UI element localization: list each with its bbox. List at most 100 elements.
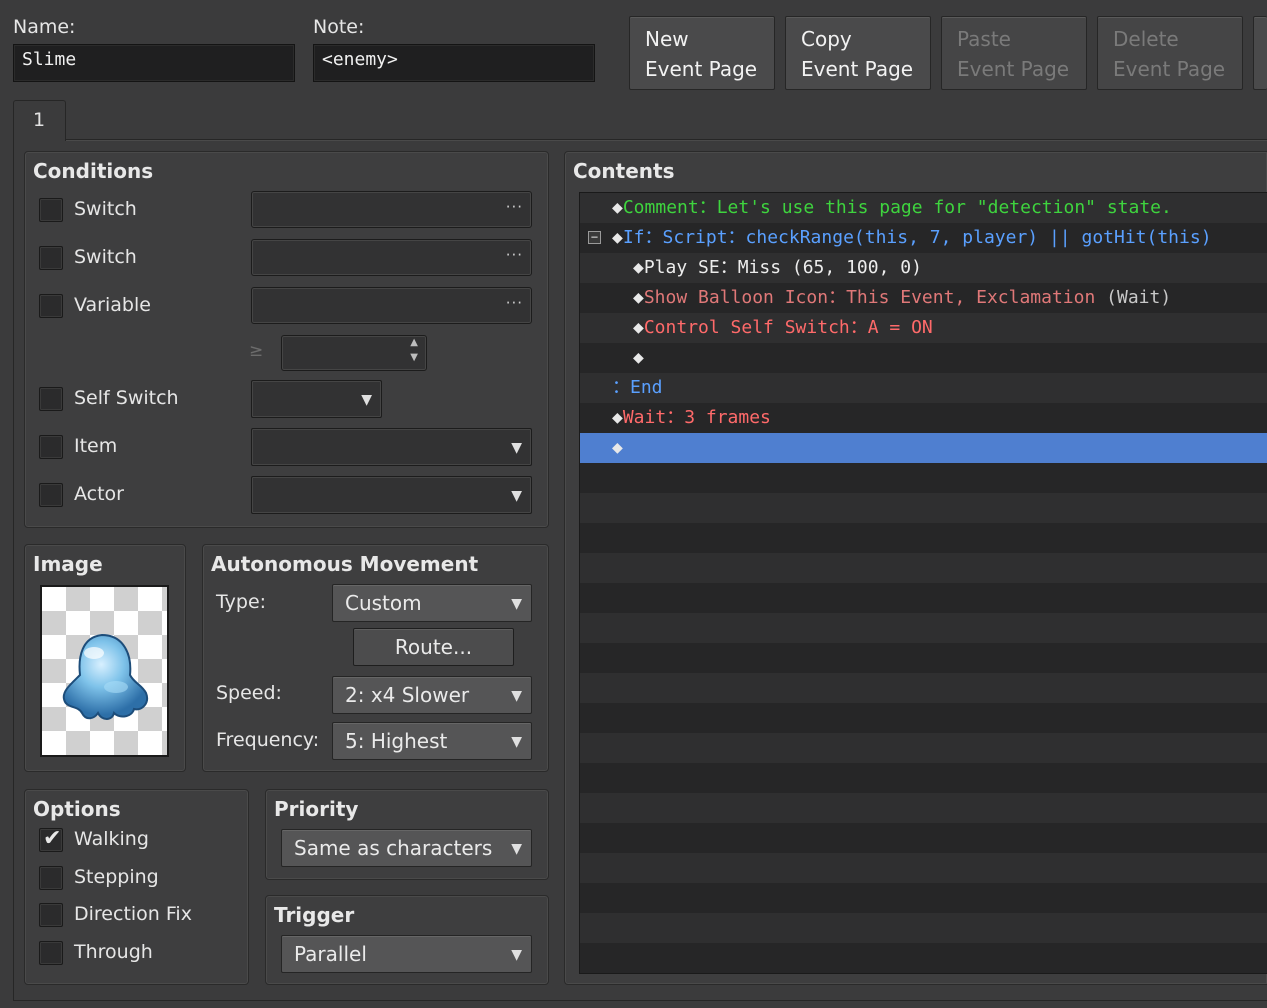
- spinner-up-icon[interactable]: ▲: [410, 337, 418, 348]
- command-row[interactable]: − ◆If：Script：checkRange(this, 7, player) …: [580, 223, 1267, 253]
- greater-equal-symbol: ≥: [249, 341, 264, 361]
- walking-checkbox[interactable]: ✔: [39, 826, 63, 852]
- switch2-label: Switch: [74, 246, 137, 268]
- command-row[interactable]: ◆: [580, 343, 1267, 373]
- collapse-toggle-icon[interactable]: −: [588, 231, 601, 244]
- paste-event-page-button[interactable]: Paste Event Page: [941, 16, 1087, 90]
- command-row[interactable]: ◆: [580, 433, 1267, 463]
- empty-row[interactable]: [580, 613, 1267, 643]
- event-image-preview[interactable]: [40, 585, 169, 757]
- item-select[interactable]: ▼: [251, 428, 532, 466]
- trigger-select-value: Parallel: [294, 942, 367, 966]
- ellipsis-icon: ···: [505, 294, 523, 312]
- speed-select-value: 2: x4 Slower: [345, 683, 470, 707]
- command-diamond-icon: ◆: [612, 407, 623, 428]
- command-diamond-icon: ◆: [612, 227, 623, 248]
- empty-row[interactable]: [580, 913, 1267, 943]
- item-label: Item: [74, 435, 118, 457]
- variable-checkbox[interactable]: [39, 294, 63, 318]
- self-switch-checkbox[interactable]: [39, 387, 63, 411]
- chevron-down-icon: ▼: [511, 596, 522, 612]
- new-event-page-button[interactable]: New Event Page: [629, 16, 775, 90]
- empty-row[interactable]: [580, 823, 1267, 853]
- command-text: Show Balloon Icon：This Event, Exclamatio…: [643, 287, 1096, 308]
- switch1-checkbox[interactable]: [39, 198, 63, 222]
- note-input[interactable]: <enemy>: [313, 44, 595, 82]
- variable-label: Variable: [74, 294, 151, 316]
- contents-list[interactable]: ◆ Comment：Let's use this page for "detect…: [579, 192, 1267, 974]
- variable-value-spinner[interactable]: ▲ ▼: [281, 335, 427, 371]
- chevron-down-icon: ▼: [361, 392, 372, 408]
- empty-row[interactable]: [580, 463, 1267, 493]
- empty-row[interactable]: [580, 733, 1267, 763]
- name-input[interactable]: Slime: [13, 44, 295, 82]
- command-row[interactable]: ：End: [580, 373, 1267, 403]
- frequency-select-value: 5: Highest: [345, 729, 448, 753]
- command-text: Control Self Switch：A = ON: [643, 317, 933, 338]
- command-diamond-icon: ◆: [633, 287, 644, 308]
- options-title: Options: [33, 797, 121, 821]
- delete-event-page-button[interactable]: Delete Event Page: [1097, 16, 1243, 90]
- priority-title: Priority: [274, 797, 359, 821]
- item-checkbox[interactable]: [39, 435, 63, 459]
- command-row[interactable]: ◆Wait：3 frames: [580, 403, 1267, 433]
- variable-field[interactable]: ···: [251, 287, 532, 324]
- command-text: Comment：Let's use this page for "detecti…: [622, 197, 1172, 218]
- command-diamond-icon: ◆: [633, 317, 644, 338]
- command-row[interactable]: ◆Show Balloon Icon：This Event, Exclamati…: [580, 283, 1267, 313]
- command-text: End: [630, 377, 663, 398]
- switch1-field[interactable]: ···: [251, 191, 532, 228]
- command-row[interactable]: ◆Comment：Let's use this page for "detect…: [580, 193, 1267, 223]
- actor-checkbox[interactable]: [39, 483, 63, 507]
- clear-event-page-button[interactable]: [1253, 16, 1267, 90]
- command-row[interactable]: ◆Play SE：Miss (65, 100, 0): [580, 253, 1267, 283]
- through-checkbox[interactable]: [39, 941, 63, 965]
- copy-event-page-line2: Event Page: [801, 57, 914, 81]
- direction-fix-checkbox[interactable]: [39, 903, 63, 927]
- empty-row[interactable]: [580, 793, 1267, 823]
- command-diamond-icon: ◆: [633, 257, 644, 278]
- switch2-checkbox[interactable]: [39, 246, 63, 270]
- empty-row[interactable]: [580, 673, 1267, 703]
- actor-label: Actor: [74, 483, 124, 505]
- command-diamond-icon: ◆: [633, 347, 644, 368]
- empty-row[interactable]: [580, 583, 1267, 613]
- image-title: Image: [33, 552, 103, 576]
- new-event-page-line2: Event Page: [645, 57, 758, 81]
- checkmark-icon: ✔: [43, 826, 62, 851]
- speed-select[interactable]: 2: x4 Slower ▼: [332, 676, 532, 714]
- copy-event-page-button[interactable]: Copy Event Page: [785, 16, 931, 90]
- empty-row[interactable]: [580, 553, 1267, 583]
- switch2-field[interactable]: ···: [251, 239, 532, 276]
- spinner-down-icon[interactable]: ▼: [410, 352, 418, 363]
- route-button[interactable]: Route...: [353, 628, 514, 666]
- new-event-page-line1: New: [645, 27, 689, 51]
- trigger-select[interactable]: Parallel ▼: [281, 935, 532, 973]
- chevron-down-icon: ▼: [511, 841, 522, 857]
- command-text: Play SE：Miss (65, 100, 0): [643, 257, 922, 278]
- self-switch-select[interactable]: ▼: [251, 380, 382, 418]
- command-diamond-icon: ◆: [612, 437, 623, 458]
- empty-row[interactable]: [580, 643, 1267, 673]
- actor-select[interactable]: ▼: [251, 476, 532, 514]
- stepping-checkbox[interactable]: [39, 866, 63, 890]
- empty-row[interactable]: [580, 493, 1267, 523]
- tab-page-1[interactable]: 1: [13, 100, 66, 141]
- slime-sprite-icon: [62, 633, 148, 720]
- command-text: If：Script：checkRange(this, 7, player) ||…: [622, 227, 1212, 248]
- trigger-title: Trigger: [274, 903, 355, 927]
- type-select[interactable]: Custom ▼: [332, 584, 532, 622]
- through-label: Through: [74, 941, 153, 963]
- command-row[interactable]: ◆Control Self Switch：A = ON: [580, 313, 1267, 343]
- empty-row[interactable]: [580, 853, 1267, 883]
- priority-select[interactable]: Same as characters ▼: [281, 829, 532, 867]
- empty-row[interactable]: [580, 523, 1267, 553]
- chevron-down-icon: ▼: [511, 947, 522, 963]
- command-text: (Wait): [1095, 287, 1172, 308]
- empty-row[interactable]: [580, 883, 1267, 913]
- frequency-select[interactable]: 5: Highest ▼: [332, 722, 532, 760]
- empty-row[interactable]: [580, 703, 1267, 733]
- empty-row[interactable]: [580, 973, 1267, 974]
- empty-row[interactable]: [580, 943, 1267, 973]
- empty-row[interactable]: [580, 763, 1267, 793]
